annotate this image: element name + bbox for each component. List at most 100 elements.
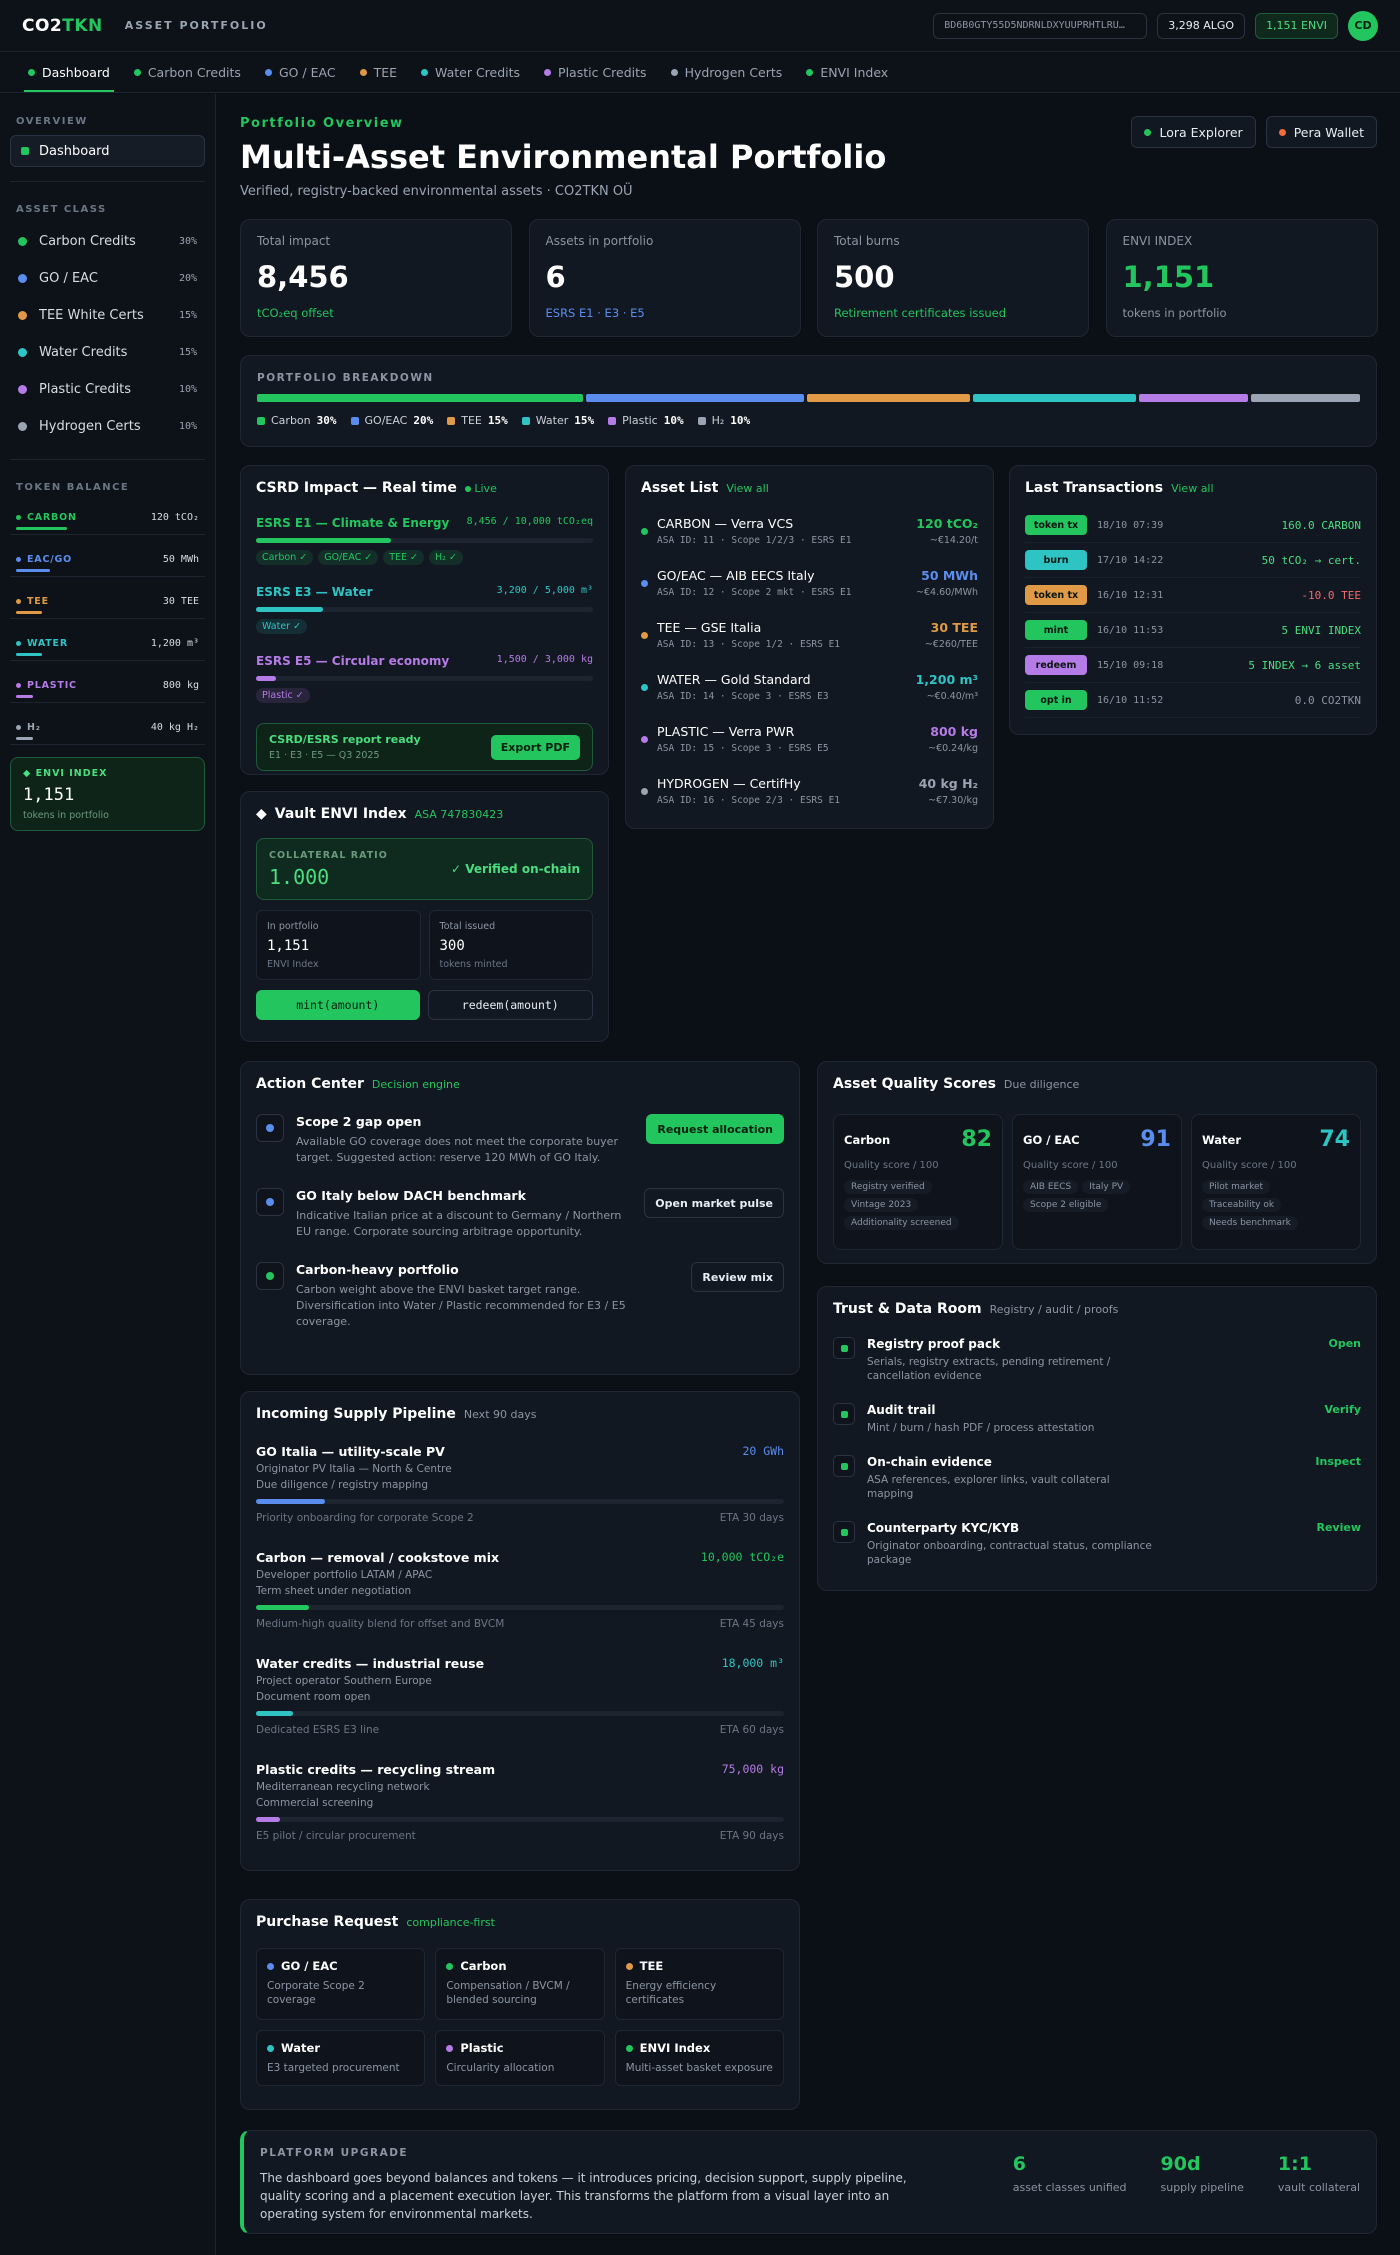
table-row[interactable]: token tx 18/10 07:39 160.0 CARBON xyxy=(1025,508,1361,543)
action-text: GO Italy below DACH benchmark Indicative … xyxy=(296,1188,636,1240)
stat-sub: ENVI Index xyxy=(267,959,319,970)
quality-chips: Registry verified Vintage 2023 Additionali… xyxy=(844,1180,992,1230)
legend-swatch xyxy=(447,416,456,425)
asset-value: 40 kg H₂ xyxy=(918,776,978,791)
mint-button[interactable]: mint(amount) xyxy=(256,990,420,1020)
trust-action-link[interactable]: Review xyxy=(1317,1521,1362,1567)
table-row[interactable]: redeem 15/10 09:18 5 INDEX → 6 asset xyxy=(1025,648,1361,683)
pipeline-title: Incoming Supply Pipeline xyxy=(256,1406,456,1422)
asset-class-heading: ASSET CLASS xyxy=(16,204,107,215)
asset-list-view-all-link[interactable]: View all xyxy=(726,482,768,495)
purchase-option-carbon[interactable]: Carbon Compensation / BVCM / blended sour… xyxy=(435,1948,605,2020)
tab-go-eac[interactable]: GO / EAC xyxy=(253,53,348,92)
purchase-option-water[interactable]: Water E3 targeted procurement xyxy=(256,2030,426,2086)
list-item[interactable]: WATER — Gold Standard ASA ID: 14 · Scope … xyxy=(641,670,978,704)
trust-item: Counterparty KYC/KYB Originator onboardin… xyxy=(833,1521,1361,1567)
trust-title: Trust & Data Room xyxy=(833,1301,982,1317)
quality-score-box: GO / EAC 91 Quality score / 100 AIB EECS Ita… xyxy=(1012,1114,1182,1250)
sidebar-item-hydrogen-certs[interactable]: Hydrogen Certs 10% xyxy=(10,408,205,445)
export-pdf-button[interactable]: Export PDF xyxy=(490,734,580,760)
csrd-chip: Water ✓ xyxy=(256,619,308,634)
purchase-title: Purchase Request xyxy=(256,1914,399,1930)
csrd-row-label: ESRS E1 — Climate & Energy xyxy=(256,516,450,530)
lora-explorer-button[interactable]: Lora Explorer xyxy=(1131,116,1256,148)
list-item[interactable]: TEE — GSE Italia ASA ID: 13 · Scope 1/2 ·… xyxy=(641,618,978,652)
list-item[interactable]: HYDROGEN — CertifHy ASA ID: 16 · Scope 2/… xyxy=(641,774,978,808)
wallet-address[interactable]: BD6B0GTY55D5NDRNLDXYUUPRHTLRU… xyxy=(933,12,1148,39)
asset-dot-icon xyxy=(18,348,27,357)
token-fill-bar xyxy=(16,569,50,572)
list-item[interactable]: CARBON — Verra VCS ASA ID: 11 · Scope 1/2… xyxy=(641,514,978,548)
pipeline-name: GO Italia — utility-scale PV xyxy=(256,1444,445,1459)
trust-desc: Originator onboarding, contractual statu… xyxy=(867,1540,1152,1566)
purchase-option-plastic[interactable]: Plastic Circularity allocation xyxy=(435,2030,605,2086)
purchase-option-title: Carbon xyxy=(446,1959,593,1973)
tab-tee[interactable]: TEE xyxy=(348,53,409,92)
pera-wallet-button[interactable]: Pera Wallet xyxy=(1265,116,1377,148)
transactions-view-all-link[interactable]: View all xyxy=(1171,482,1213,495)
list-item[interactable]: PLASTIC — Verra PWR ASA ID: 15 · Scope 3 … xyxy=(641,722,978,756)
token-name: CARBON xyxy=(16,512,77,523)
asset-amount: 800 kg ~€0.24/kg xyxy=(928,724,978,754)
tab-hydrogen-certs[interactable]: Hydrogen Certs xyxy=(659,53,795,92)
purchase-option-envi-index[interactable]: ENVI Index Multi-asset basket exposure xyxy=(614,2030,784,2086)
tab-carbon-credits[interactable]: Carbon Credits xyxy=(122,53,253,92)
sidebar-item-label: Dashboard xyxy=(39,143,110,159)
asset-dot-icon xyxy=(18,422,27,431)
token-balance-row: PLASTIC 800 kg xyxy=(10,669,205,703)
asset-price: ~€260/TEE xyxy=(924,639,978,650)
list-item[interactable]: GO/EAC — AIB EECS Italy ASA ID: 12 · Scop… xyxy=(641,566,978,600)
token-value: 800 kg xyxy=(162,680,199,691)
transactions-title: Last Transactions xyxy=(1025,480,1164,496)
action-button[interactable]: Review mix xyxy=(691,1262,784,1292)
sidebar-item-go-eac[interactable]: GO / EAC 20% xyxy=(10,260,205,297)
table-row[interactable]: token tx 16/10 12:31 -10.0 TEE xyxy=(1025,578,1361,613)
avatar[interactable]: CD xyxy=(1348,10,1378,41)
envi-index-card[interactable]: ◆ ENVI INDEX 1,151 tokens in portfolio xyxy=(10,757,205,831)
page-eyebrow: Portfolio Overview xyxy=(240,116,404,131)
action-button[interactable]: Request allocation xyxy=(646,1114,784,1144)
tab-dashboard[interactable]: Dashboard xyxy=(16,53,122,92)
trust-action-link[interactable]: Open xyxy=(1328,1337,1361,1383)
purchase-option-go-eac[interactable]: GO / EAC Corporate Scope 2 coverage xyxy=(256,1948,426,2020)
trust-action-link[interactable]: Verify xyxy=(1324,1403,1361,1435)
pipeline-footer: Priority onboarding for corporate Scope … xyxy=(256,1512,784,1524)
tab-water-credits[interactable]: Water Credits xyxy=(409,53,532,92)
token-fill-bar xyxy=(16,653,42,656)
divider xyxy=(10,459,205,460)
sidebar-item-plastic-credits[interactable]: Plastic Credits 10% xyxy=(10,371,205,408)
trust-action-link[interactable]: Inspect xyxy=(1315,1455,1361,1501)
purchase-option-title: TEE xyxy=(625,1959,773,1973)
action-desc: Carbon weight above the ENVI basket targ… xyxy=(296,1283,626,1328)
tab-envi-index[interactable]: ENVI Index xyxy=(794,53,900,92)
sidebar: OVERVIEW Dashboard ASSET CLASS Carbon Cr… xyxy=(0,94,216,2255)
sidebar-item-carbon-credits[interactable]: Carbon Credits 30% xyxy=(10,223,205,260)
sidebar-item-tee-white-certs[interactable]: TEE White Certs 15% xyxy=(10,297,205,334)
transaction-time: 15/10 09:18 xyxy=(1097,659,1164,671)
pipeline-rows: GO Italia — utility-scale PV 20 GWh Origin… xyxy=(256,1444,784,1842)
brand-logo[interactable]: CO2TKN xyxy=(22,16,103,36)
token-balance-row: WATER 1,200 m³ xyxy=(10,627,205,661)
button-label: Pera Wallet xyxy=(1293,124,1364,140)
trust-text: Counterparty KYC/KYB Originator onboardin… xyxy=(867,1521,1157,1567)
sidebar-item-water-credits[interactable]: Water Credits 15% xyxy=(10,334,205,371)
tab-plastic-credits[interactable]: Plastic Credits xyxy=(532,53,659,92)
action-button[interactable]: Open market pulse xyxy=(644,1188,784,1218)
table-row[interactable]: mint 16/10 11:53 5 ENVI INDEX xyxy=(1025,613,1361,648)
vault-actions: mint(amount) redeem(amount) xyxy=(256,990,593,1020)
sidebar-item-pct: 10% xyxy=(178,421,197,432)
purchase-option-name: Water xyxy=(281,2041,321,2055)
legend-name: GO/EAC xyxy=(364,414,408,427)
asset-value: 800 kg xyxy=(930,724,978,739)
tab-bar: Dashboard Carbon Credits GO / EAC TEE Water … xyxy=(0,53,1400,93)
table-row[interactable]: burn 17/10 14:22 50 tCO₂ → cert. xyxy=(1025,543,1361,578)
table-row[interactable]: opt in 16/10 11:52 0.0 CO2TKN xyxy=(1025,683,1361,718)
collateral-ratio-box: COLLATERAL RATIO 1.000 ✓ Verified on-cha… xyxy=(256,838,593,900)
token-name: PLASTIC xyxy=(16,680,77,691)
redeem-button[interactable]: redeem(amount) xyxy=(427,990,593,1020)
pipeline-item: Water credits — industrial reuse 18,000 m… xyxy=(256,1656,784,1736)
csrd-report-text: CSRD/ESRS report ready E1 · E3 · E5 — Q3… xyxy=(269,733,421,761)
progress-fill xyxy=(256,676,277,681)
purchase-option-tee[interactable]: TEE Energy efficiency certificates xyxy=(614,1948,784,2020)
sidebar-item-dashboard[interactable]: Dashboard xyxy=(10,135,205,167)
